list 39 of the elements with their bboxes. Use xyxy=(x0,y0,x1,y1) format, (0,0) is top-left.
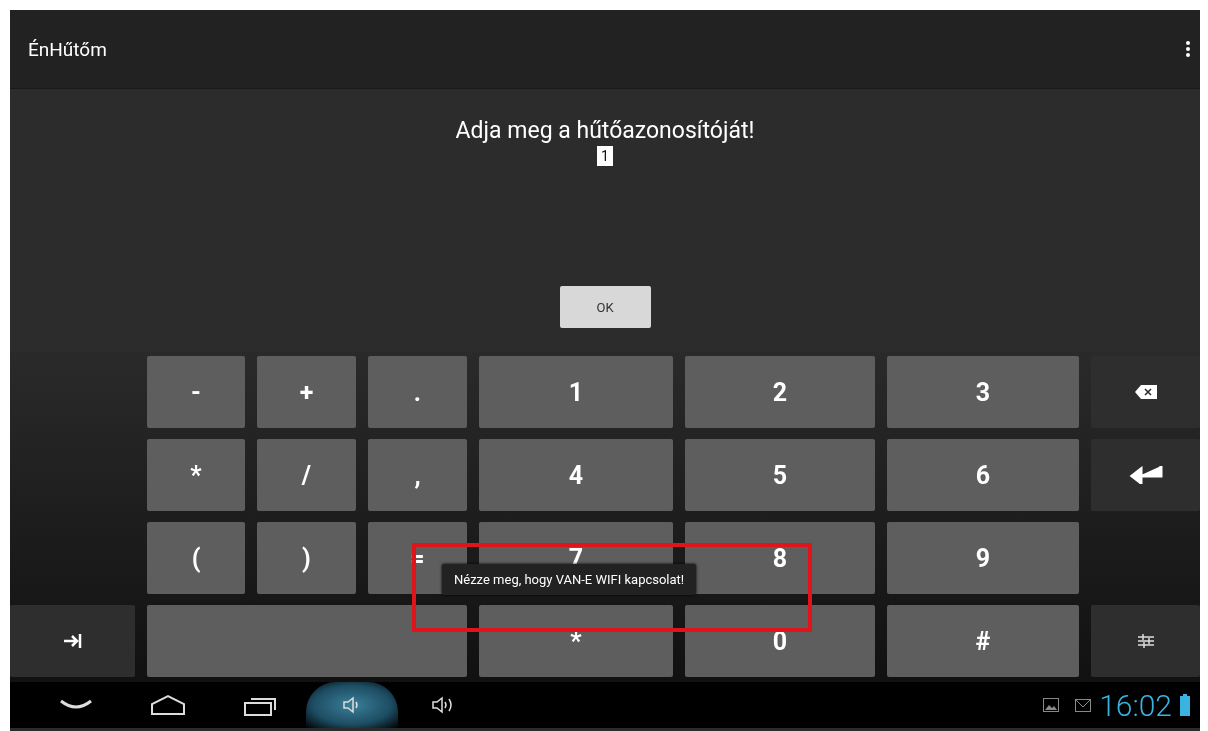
keyboard-key[interactable]: * xyxy=(147,439,245,511)
enter-key[interactable] xyxy=(1091,439,1200,511)
enter-icon xyxy=(1128,466,1163,484)
volume-down-button[interactable] xyxy=(306,682,398,728)
app-title: ÉnHűtőm xyxy=(28,37,107,61)
battery-icon xyxy=(1180,694,1190,716)
keyboard-key[interactable]: 1 xyxy=(479,356,673,428)
keyboard-key[interactable]: # xyxy=(887,605,1079,677)
ok-button[interactable]: OK xyxy=(559,286,651,328)
volume-down-icon xyxy=(343,696,361,714)
keyboard-key[interactable]: + xyxy=(257,356,356,428)
wifi-toast: Nézze meg, hogy VAN-E WIFI kapcsolat! xyxy=(442,564,697,595)
keyboard-key[interactable]: 0 xyxy=(685,605,875,677)
keyboard-key[interactable]: * xyxy=(479,605,673,677)
prompt-text: Adja meg a hűtőazonosítóját! xyxy=(455,117,755,144)
tab-icon xyxy=(63,634,82,648)
mail-icon xyxy=(1075,698,1092,712)
keyboard-key[interactable]: 3 xyxy=(887,356,1079,428)
backspace-key[interactable] xyxy=(1091,356,1200,428)
clock-time: 16:02 xyxy=(1099,687,1172,723)
keyboard-key[interactable]: ) xyxy=(257,522,356,594)
back-icon xyxy=(59,699,93,711)
keyboard-key[interactable]: 6 xyxy=(887,439,1079,511)
gallery-icon xyxy=(1043,698,1060,712)
home-icon xyxy=(150,694,186,716)
keyboard-key[interactable]: / xyxy=(257,439,356,511)
keyboard-key[interactable]: 2 xyxy=(685,356,875,428)
keyboard-key[interactable]: 5 xyxy=(685,439,875,511)
keyboard-key[interactable]: 4 xyxy=(479,439,673,511)
overflow-menu-icon[interactable] xyxy=(1186,41,1190,57)
keyboard-key[interactable]: 9 xyxy=(887,522,1079,594)
settings-icon xyxy=(1137,633,1154,649)
input-field[interactable]: 1 xyxy=(597,146,613,166)
keyboard-key[interactable]: , xyxy=(368,439,467,511)
keyboard-key[interactable]: . xyxy=(368,356,467,428)
keyboard-key[interactable]: 8 xyxy=(685,522,875,594)
backspace-icon xyxy=(1134,385,1157,399)
keyboard-key[interactable]: ( xyxy=(147,522,245,594)
keyboard-key[interactable]: - xyxy=(147,356,245,428)
